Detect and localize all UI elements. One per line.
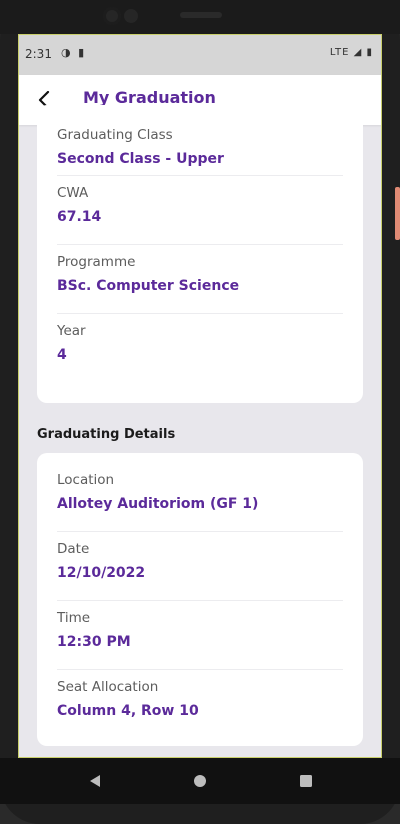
info-label: Programme (57, 254, 136, 270)
detail-value: 12/10/2022 (57, 565, 146, 581)
system-nav-bar (0, 758, 400, 804)
detail-item-time: Time 12:30 PM (57, 601, 343, 669)
detail-item-location: Location Allotey Auditoriom (GF 1) (57, 453, 343, 521)
phone-top-bezel (0, 0, 400, 34)
info-value: Second Class - Upper (57, 151, 224, 167)
info-label: Year (57, 323, 86, 339)
detail-label: Location (57, 472, 115, 488)
sensor-icon (124, 9, 138, 23)
detail-value: 12:30 PM (57, 634, 131, 650)
app-screen: 2:31 ◑ ▮ LTE ◢ ▮ My Graduation Graduatin… (18, 34, 382, 758)
status-left-icons: ◑ ▮ (61, 46, 87, 59)
content-scroll-area[interactable]: Graduating Class Second Class - Upper CW… (19, 105, 381, 757)
detail-value: Column 4, Row 10 (57, 703, 199, 719)
earpiece-speaker (180, 12, 222, 18)
graduating-details-card: Location Allotey Auditoriom (GF 1) Date … (37, 453, 363, 746)
circle-home-icon[interactable] (190, 771, 210, 791)
info-value: 4 (57, 347, 67, 363)
detail-item-seat-allocation: Seat Allocation Column 4, Row 10 (57, 670, 343, 738)
academic-info-card: Graduating Class Second Class - Upper CW… (37, 105, 363, 403)
detail-label: Time (57, 610, 91, 626)
detail-label: Seat Allocation (57, 679, 159, 695)
phone-frame: 2:31 ◑ ▮ LTE ◢ ▮ My Graduation Graduatin… (0, 0, 400, 824)
detail-value: Allotey Auditoriom (GF 1) (57, 496, 259, 512)
info-item-programme: Programme BSc. Computer Science (57, 245, 343, 313)
status-bar: 2:31 ◑ ▮ LTE ◢ ▮ (19, 35, 381, 75)
info-item-year: Year 4 (57, 314, 343, 382)
info-label: Graduating Class (57, 127, 173, 143)
square-recent-icon[interactable] (296, 771, 316, 791)
detail-item-date: Date 12/10/2022 (57, 532, 343, 600)
info-value: BSc. Computer Science (57, 278, 240, 294)
info-label: CWA (57, 185, 89, 201)
status-time: 2:31 (25, 47, 52, 61)
front-camera-icon (103, 7, 121, 25)
detail-label: Date (57, 541, 90, 557)
side-button (395, 187, 400, 240)
triangle-back-icon[interactable] (85, 771, 105, 791)
info-value: 67.14 (57, 209, 102, 225)
section-title-graduating-details: Graduating Details (37, 427, 176, 442)
info-item-cwa: CWA 67.14 (57, 176, 343, 244)
status-right-icons: LTE ◢ ▮ (329, 47, 373, 58)
info-item-graduating-class: Graduating Class Second Class - Upper (57, 105, 343, 175)
